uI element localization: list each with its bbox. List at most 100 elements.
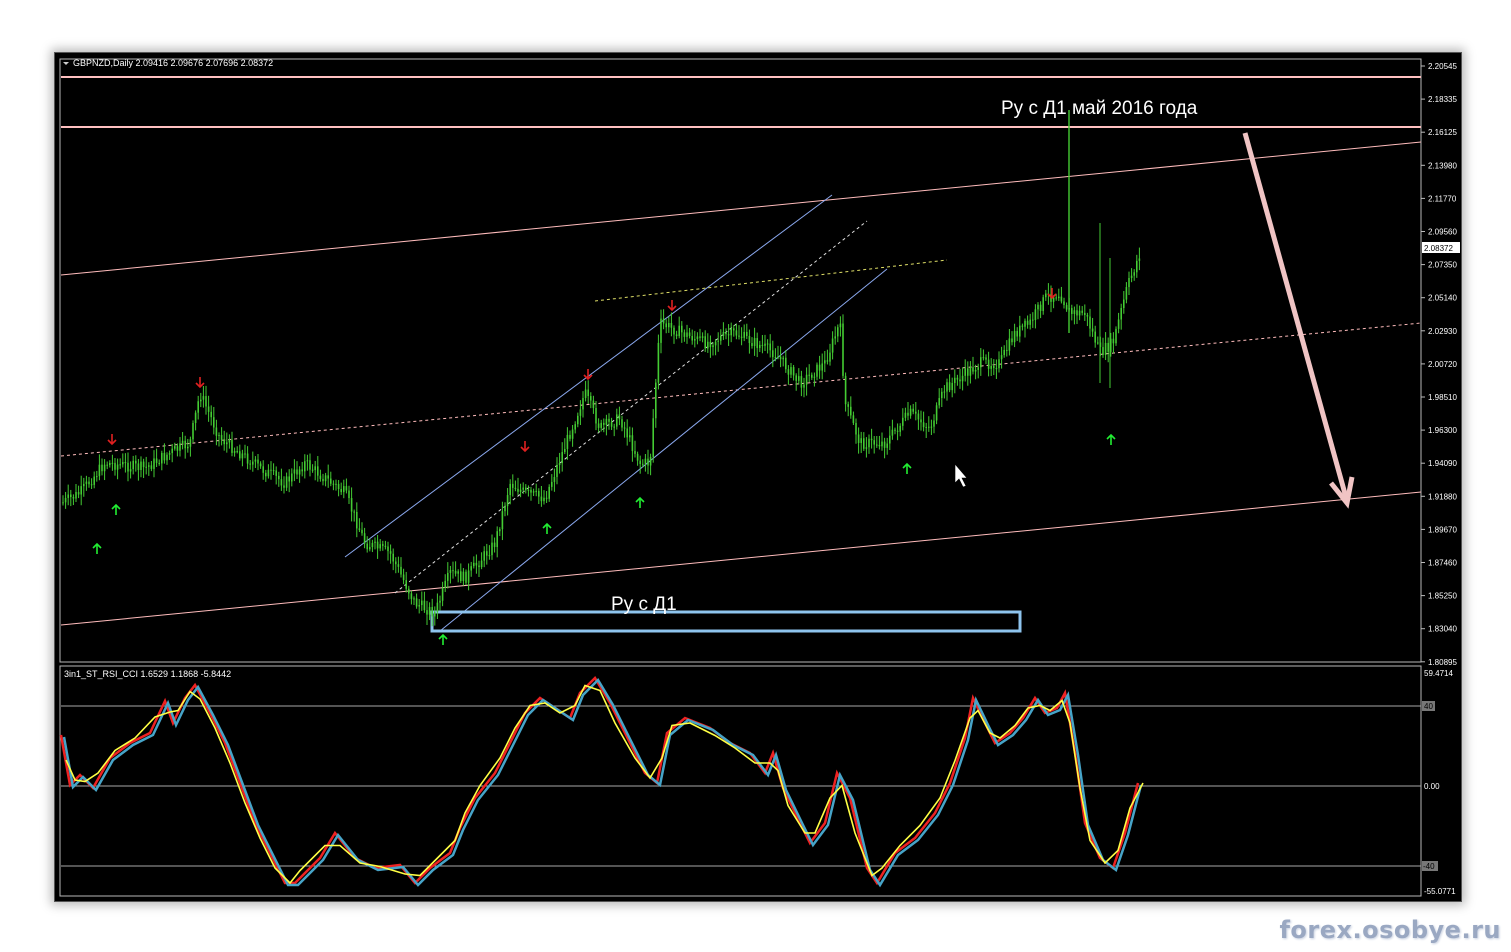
candle-body (135, 460, 137, 464)
candle-body (132, 460, 134, 470)
candle-body (330, 478, 332, 484)
candle-body (345, 486, 348, 491)
candle-body (62, 502, 64, 504)
candle-body (106, 464, 108, 466)
candle-body (1063, 301, 1065, 306)
candle-body (917, 413, 920, 420)
price-axis[interactable]: 2.20545 2.18335 2.16125 2.13980 2.11770 2.095… (1421, 62, 1457, 667)
candle-body (753, 338, 756, 347)
candle-body (1084, 312, 1086, 316)
chart-window[interactable]: GBPNZD,Daily 2.09416 2.09676 2.07696 2.0… (54, 52, 1462, 902)
indicator-pane[interactable] (59, 665, 1422, 897)
candle-body (792, 367, 795, 376)
candle-body (1060, 296, 1063, 302)
candle-body (618, 414, 621, 420)
candle-body (88, 481, 90, 485)
candle-body (512, 483, 514, 488)
candle-body (662, 318, 665, 324)
candle-body (811, 374, 813, 378)
candle-body (1003, 349, 1005, 356)
candle-body (566, 434, 569, 449)
candle-body (920, 419, 922, 423)
candle-body (301, 469, 303, 472)
candle-body (574, 424, 576, 430)
candle-body (189, 439, 192, 447)
candle-body (389, 551, 392, 554)
candle-body (743, 331, 745, 338)
candle-body (785, 357, 787, 370)
candle-body (1078, 310, 1081, 316)
candle-body (1115, 328, 1117, 344)
candle-body (701, 336, 704, 338)
candle-body (772, 350, 774, 358)
candle-body (740, 336, 743, 338)
candle-body (493, 542, 496, 548)
candle-body (1136, 260, 1138, 273)
candle-body (400, 566, 402, 575)
candle-body (207, 406, 210, 412)
candle-body (735, 330, 738, 336)
candle-body (436, 602, 439, 612)
candle-body (548, 486, 550, 499)
candle-body (803, 384, 805, 388)
price-pane[interactable] (59, 58, 1422, 663)
candle-body (824, 360, 826, 364)
candle-body (142, 461, 145, 468)
candle-body (855, 422, 857, 435)
candle-body (980, 357, 982, 368)
candle-body (405, 580, 407, 589)
candle-body (974, 369, 977, 372)
candle-body (220, 435, 223, 440)
chart-header: GBPNZD,Daily 2.09416 2.09676 2.07696 2.0… (73, 58, 273, 68)
candle-body (486, 551, 488, 556)
candle-body (369, 547, 371, 550)
candle-body (967, 368, 969, 376)
candle-body (70, 494, 72, 498)
candle-body (265, 472, 267, 477)
candle-body (608, 418, 610, 422)
chart-canvas[interactable]: GBPNZD,Daily 2.09416 2.09676 2.07696 2.0… (55, 53, 1461, 901)
candle-body (782, 357, 784, 360)
candle-body (616, 414, 618, 427)
candle-body (504, 506, 506, 512)
indicator-level-minus40: -40 (1423, 862, 1435, 871)
candle-body (876, 444, 878, 446)
candle-body (938, 398, 940, 406)
candle-body (777, 356, 779, 358)
candle-body (278, 475, 280, 480)
candle-body (145, 466, 147, 468)
price-tick-label: 1.96300 (1428, 426, 1457, 435)
candle-body (761, 344, 764, 346)
candle-body (1034, 309, 1037, 320)
candle-body (613, 426, 615, 428)
candle-body (246, 453, 249, 464)
candle-body (766, 343, 769, 345)
candle-body (353, 511, 355, 513)
candle-body (64, 497, 67, 503)
candle-body (150, 465, 153, 469)
indicator-axis[interactable]: 59.4714 40 0.00 -40 -55.0771 (1422, 669, 1456, 896)
candle-body (595, 408, 597, 424)
candle-body (530, 489, 532, 493)
candle-body (499, 529, 501, 532)
candle-body (259, 463, 262, 467)
candle-body (85, 481, 88, 484)
candle-body (722, 332, 725, 336)
candle-body (990, 365, 992, 369)
price-tick-label: 2.16125 (1428, 128, 1457, 137)
candle-body (1039, 304, 1042, 311)
candle-body (935, 405, 938, 421)
candle-body (501, 511, 504, 530)
candle-body (392, 553, 394, 562)
price-tick-label: 1.98510 (1428, 393, 1457, 402)
candle-body (759, 344, 761, 348)
candle-body (813, 376, 816, 378)
candle-body (688, 332, 691, 337)
candle-body (413, 598, 415, 600)
candle-body (577, 415, 579, 425)
candle-body (127, 462, 129, 472)
candle-body (382, 544, 384, 546)
candle-body (553, 477, 556, 482)
candle-body (1086, 315, 1089, 317)
candle-body (558, 463, 561, 466)
